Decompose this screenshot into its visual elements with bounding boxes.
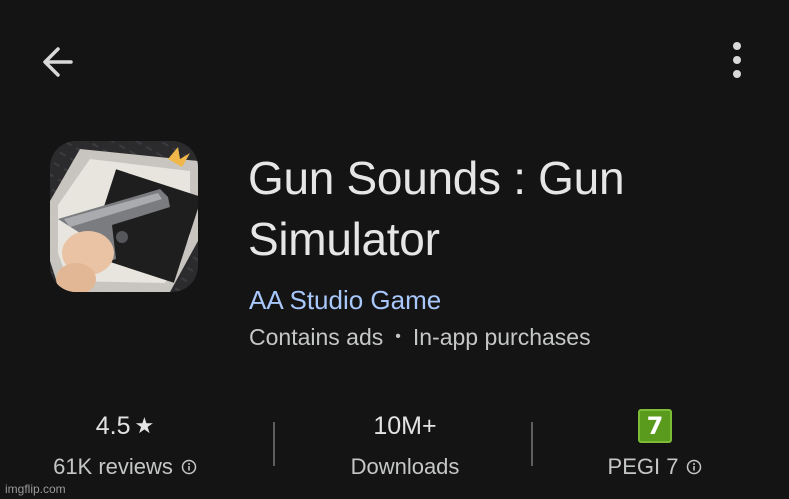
pegi-7-icon: 7 [638, 409, 672, 443]
more-vert-icon [733, 42, 741, 78]
rating-stat[interactable]: 4.5 ★ 61K reviews [40, 400, 210, 482]
stats-divider [531, 422, 533, 466]
contains-ads-label: Contains ads [249, 324, 384, 350]
back-button[interactable] [36, 40, 80, 84]
more-options-button[interactable] [723, 38, 751, 82]
developer-link[interactable]: AA Studio Game [249, 283, 441, 317]
info-icon [687, 459, 702, 475]
gun-app-icon [50, 141, 198, 292]
downloads-value: 10M+ [373, 411, 437, 440]
back-arrow-icon [43, 47, 73, 77]
pegi-label-row: PEGI 7 [565, 452, 745, 482]
app-title: Gun Sounds : Gun Simulator [248, 152, 625, 265]
rating-value: 4.5 [95, 411, 131, 440]
downloads-label: Downloads [350, 454, 460, 479]
pegi-label: PEGI 7 [607, 454, 679, 479]
downloads-stat: 10M+ Downloads [300, 400, 510, 482]
app-icon [50, 141, 198, 292]
stats-row: 4.5 ★ 61K reviews 10M+ Downloads 7 PEGI … [0, 400, 789, 490]
watermark: imgflip.com [5, 482, 66, 496]
in-app-purchases-label: In-app purchases [412, 324, 591, 350]
meta-separator: • [395, 328, 401, 345]
reviews-label-row: 61K reviews [40, 452, 210, 482]
app-meta: Contains ads • In-app purchases [249, 322, 591, 352]
reviews-count: 61K reviews [53, 454, 173, 479]
info-icon [181, 459, 197, 475]
rating-value-row: 4.5 ★ [40, 400, 210, 452]
pegi-badge-row: 7 [565, 400, 745, 452]
star-icon: ★ [134, 413, 155, 438]
pegi-stat[interactable]: 7 PEGI 7 [565, 400, 745, 482]
stats-divider [273, 422, 275, 466]
